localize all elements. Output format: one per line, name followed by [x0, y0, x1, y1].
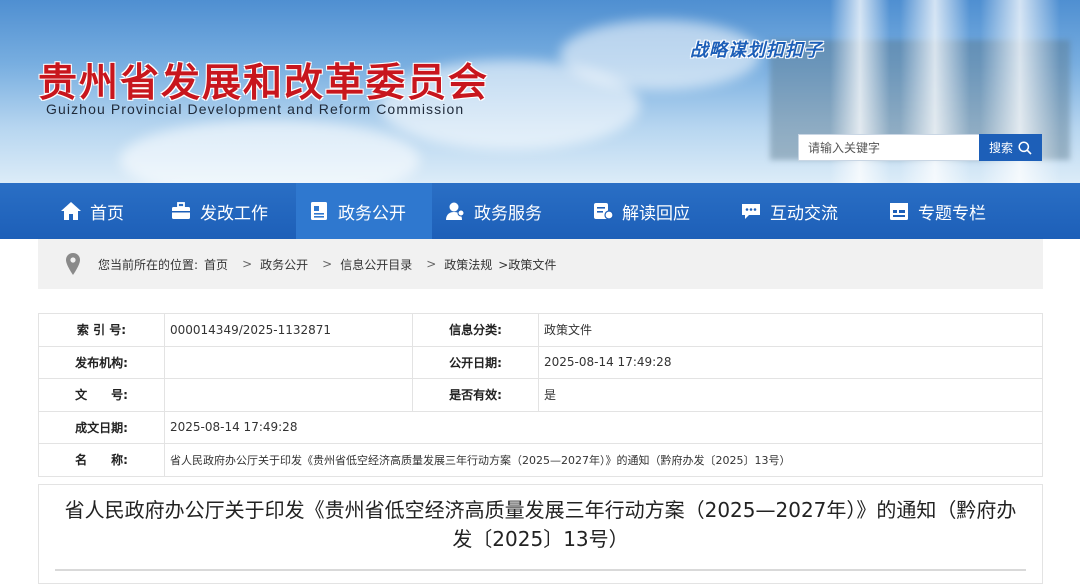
main-nav: 首页 发改工作 政务公开 政务服务 解读回应 互动交流 专题专栏 — [0, 183, 1080, 239]
banner-slogan: 战略谋划扣扣子 — [690, 40, 823, 61]
breadcrumb-catalog[interactable]: 信息公开目录 — [340, 256, 412, 273]
publish-date-value: 2025-08-14 17:49:28 — [538, 345, 1043, 379]
nav-item-interaction[interactable]: 互动交流 — [728, 183, 876, 239]
breadcrumb-home[interactable]: 首页 — [204, 256, 228, 273]
nav-item-interpretation[interactable]: 解读回应 — [580, 183, 728, 239]
validity-label: 是否有效: — [412, 378, 539, 412]
created-date-value: 2025-08-14 17:49:28 — [164, 410, 1043, 444]
nav-item-label: 发改工作 — [200, 203, 268, 224]
nav-item-special-topics[interactable]: 专题专栏 — [876, 183, 1016, 239]
validity-value: 是 — [538, 378, 1043, 412]
doc-name-label: 名 称: — [38, 443, 165, 477]
breadcrumb-public-affairs[interactable]: 政务公开 — [260, 256, 308, 273]
breadcrumb-regulations[interactable]: 政策法规 — [444, 256, 492, 273]
user-icon — [446, 202, 465, 220]
banner-cloud — [120, 120, 420, 183]
article-container: 省人民政府办公厅关于印发《贵州省低空经济高质量发展三年行动方案（2025—202… — [38, 484, 1043, 584]
doc-number-label: 文 号: — [38, 378, 165, 412]
nav-item-label: 解读回应 — [622, 203, 690, 224]
home-icon — [61, 202, 81, 220]
search-button[interactable]: 搜索 — [979, 134, 1042, 161]
location-pin-icon — [66, 253, 80, 275]
briefcase-icon — [172, 202, 190, 219]
nav-item-work[interactable]: 发改工作 — [158, 183, 296, 239]
doc-number-value — [164, 378, 413, 412]
header-banner: 贵州省发展和改革委员会 Guizhou Provincial Developme… — [0, 0, 1080, 183]
doc-name-value: 省人民政府办公厅关于印发《贵州省低空经济高质量发展三年行动方案（2025—202… — [164, 443, 1043, 477]
site-title[interactable]: 贵州省发展和改革委员会 — [38, 52, 489, 108]
breadcrumb-separator: > — [242, 257, 253, 271]
publisher-value — [164, 345, 413, 379]
breadcrumb-prefix: 您当前所在的位置: — [98, 257, 199, 272]
calendar-icon — [890, 203, 908, 220]
nav-item-public-affairs[interactable]: 政务公开 — [296, 183, 432, 239]
search-input[interactable] — [798, 134, 979, 161]
table-row: 文 号: 是否有效: 是 — [38, 378, 1043, 412]
title-divider — [55, 569, 1026, 571]
table-row: 成文日期: 2025-08-14 17:49:28 — [38, 410, 1043, 444]
nav-item-services[interactable]: 政务服务 — [432, 183, 580, 239]
publish-date-label: 公开日期: — [412, 345, 539, 379]
search-icon — [1018, 140, 1032, 155]
breadcrumb-policy-docs[interactable]: >政策文件 — [498, 256, 556, 273]
document-icon — [311, 202, 327, 220]
search-box: 搜索 — [798, 134, 1042, 161]
nav-item-home[interactable]: 首页 — [48, 183, 158, 239]
message-icon — [742, 204, 760, 219]
breadcrumb-separator: > — [322, 257, 333, 271]
nav-item-label: 互动交流 — [770, 203, 838, 224]
table-row: 发布机构: 公开日期: 2025-08-14 17:49:28 — [38, 345, 1043, 379]
index-label: 索 引 号: — [38, 313, 165, 347]
nav-item-label: 专题专栏 — [918, 203, 986, 224]
site-title-english: Guizhou Provincial Development and Refor… — [46, 101, 465, 117]
nav-item-label: 政务公开 — [338, 203, 406, 224]
nav-item-label: 首页 — [90, 203, 124, 224]
publisher-label: 发布机构: — [38, 345, 165, 379]
search-button-label: 搜索 — [988, 141, 1013, 155]
table-row: 索 引 号: 000014349/2025-1132871 信息分类: 政策文件 — [38, 313, 1043, 347]
created-date-label: 成文日期: — [38, 410, 165, 444]
article-title: 省人民政府办公厅关于印发《贵州省低空经济高质量发展三年行动方案（2025—202… — [64, 498, 1017, 551]
breadcrumb: 您当前所在的位置: 首页 > 政务公开 > 信息公开目录 > 政策法规 >政策文… — [38, 239, 1043, 289]
nav-item-label: 政务服务 — [474, 203, 542, 224]
category-value: 政策文件 — [538, 313, 1043, 347]
document-info-table: 索 引 号: 000014349/2025-1132871 信息分类: 政策文件… — [38, 313, 1043, 477]
index-value: 000014349/2025-1132871 — [164, 313, 413, 347]
table-row: 名 称: 省人民政府办公厅关于印发《贵州省低空经济高质量发展三年行动方案（202… — [38, 443, 1043, 477]
breadcrumb-separator: > — [426, 257, 437, 271]
category-label: 信息分类: — [412, 313, 539, 347]
chat-doc-icon — [594, 203, 614, 220]
